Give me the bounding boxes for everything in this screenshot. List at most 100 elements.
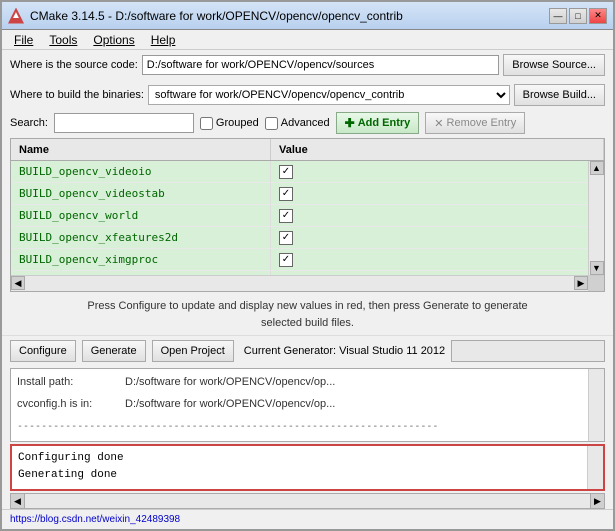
row-value-2[interactable]: ✓ [271, 205, 588, 226]
checkbox-4[interactable]: ✓ [279, 253, 293, 267]
window-title: CMake 3.14.5 - D:/software for work/OPEN… [30, 9, 549, 23]
remove-entry-button[interactable]: ✕ Remove Entry [425, 112, 525, 134]
col-value-header: Value [271, 139, 604, 160]
generator-label: Current Generator: Visual Studio 11 2012 [244, 345, 445, 357]
advanced-checkbox[interactable] [265, 117, 278, 130]
row-value-1[interactable]: ✓ [271, 183, 588, 204]
log-line-1: Configuring done [18, 450, 581, 468]
menu-file[interactable]: File [6, 31, 41, 49]
scroll-right-arrow[interactable]: ▶ [574, 276, 588, 290]
col-name-header: Name [11, 139, 271, 160]
row-name-2: BUILD_opencv_world [11, 205, 271, 226]
separator-text: ----------------------------------------… [17, 421, 438, 432]
table-body-container: BUILD_opencv_videoio ✓ BUILD_opencv_vide… [11, 161, 604, 275]
cmake-table: Name Value BUILD_opencv_videoio ✓ BUILD_… [10, 138, 605, 292]
checkbox-3[interactable]: ✓ [279, 231, 293, 245]
table-row[interactable]: BUILD_opencv_videostab ✓ [11, 183, 588, 205]
minimize-button[interactable]: — [549, 8, 567, 24]
install-row: Install path: D:/software for work/OPENC… [17, 373, 582, 393]
add-entry-button[interactable]: ✚ Add Entry [336, 112, 420, 134]
cvconfig-value: D:/software for work/OPENCV/opencv/op... [125, 395, 335, 415]
table-row[interactable]: BUILD_opencv_xfeatures2d ✓ [11, 227, 588, 249]
bottom-scroll-right[interactable]: ▶ [590, 494, 604, 508]
advanced-checkbox-label[interactable]: Advanced [265, 117, 330, 130]
status-line1: Press Configure to update and display ne… [87, 300, 527, 312]
menu-options[interactable]: Options [85, 31, 142, 49]
remove-entry-label: Remove Entry [447, 117, 517, 129]
x-icon: ✕ [434, 117, 443, 130]
table-row[interactable]: BUILD_opencv_videoio ✓ [11, 161, 588, 183]
scroll-up-arrow[interactable]: ▲ [590, 161, 604, 175]
log-content: Configuring done Generating done [12, 446, 587, 489]
log-panel: Configuring done Generating done [10, 444, 605, 491]
generator-input [451, 340, 605, 362]
grouped-checkbox-label[interactable]: Grouped [200, 117, 259, 130]
cvconfig-row: cvconfig.h is in: D:/software for work/O… [17, 395, 582, 415]
row-name-4: BUILD_opencv_ximgproc [11, 249, 271, 270]
menu-bar: File Tools Options Help [2, 30, 613, 50]
source-label: Where is the source code: [10, 59, 138, 71]
log-line-2: Generating done [18, 467, 581, 485]
build-label: Where to build the binaries: [10, 89, 144, 101]
advanced-label-text: Advanced [281, 117, 330, 129]
h-scroll-track [25, 276, 574, 291]
plus-icon: ✚ [345, 116, 355, 130]
bottom-hscroll[interactable]: ◀ ▶ [10, 493, 605, 509]
search-label: Search: [10, 117, 48, 129]
add-entry-label: Add Entry [358, 117, 411, 129]
row-name-3: BUILD_opencv_xfeatures2d [11, 227, 271, 248]
source-input[interactable] [142, 55, 499, 75]
maximize-button[interactable]: □ [569, 8, 587, 24]
bottom-scroll-track [25, 494, 590, 508]
table-scrollbar[interactable]: ▲ ▼ [588, 161, 604, 275]
table-row[interactable]: BUILD_opencv_ximgproc ✓ [11, 249, 588, 271]
scroll-left-arrow[interactable]: ◀ [11, 276, 25, 290]
log-scrollbar[interactable] [587, 446, 603, 489]
table-row[interactable]: BUILD_opencv_world ✓ [11, 205, 588, 227]
close-button[interactable]: ✕ [589, 8, 607, 24]
action-bar: Configure Generate Open Project Current … [2, 335, 613, 366]
menu-help[interactable]: Help [143, 31, 184, 49]
row-value-4[interactable]: ✓ [271, 249, 588, 270]
status-text: Press Configure to update and display ne… [2, 294, 613, 335]
checkbox-0[interactable]: ✓ [279, 165, 293, 179]
row-value-0[interactable]: ✓ [271, 161, 588, 182]
output-scrollbar[interactable] [588, 369, 604, 440]
install-value: D:/software for work/OPENCV/opencv/op... [125, 373, 335, 393]
scroll-down-arrow[interactable]: ▼ [590, 261, 604, 275]
scroll-corner [588, 276, 604, 291]
cvconfig-label: cvconfig.h is in: [17, 395, 117, 415]
grouped-checkbox[interactable] [200, 117, 213, 130]
main-window: ▲ CMake 3.14.5 - D:/software for work/OP… [0, 0, 615, 531]
table-header: Name Value [11, 139, 604, 161]
search-input[interactable] [54, 113, 194, 133]
separator-row: ----------------------------------------… [17, 417, 582, 437]
row-name-1: BUILD_opencv_videostab [11, 183, 271, 204]
build-row: Where to build the binaries: software fo… [2, 80, 613, 110]
browse-source-button[interactable]: Browse Source... [503, 54, 605, 76]
install-label: Install path: [17, 373, 117, 393]
grouped-label-text: Grouped [216, 117, 259, 129]
title-bar: ▲ CMake 3.14.5 - D:/software for work/OP… [2, 2, 613, 30]
checkbox-1[interactable]: ✓ [279, 187, 293, 201]
bottom-scroll-left[interactable]: ◀ [11, 494, 25, 508]
status-line2: selected build files. [261, 317, 354, 329]
output-panel: Install path: D:/software for work/OPENC… [10, 368, 605, 441]
output-content: Install path: D:/software for work/OPENC… [11, 369, 588, 440]
generate-button[interactable]: Generate [82, 340, 146, 362]
horizontal-scrollbar[interactable]: ◀ ▶ [11, 275, 604, 291]
configure-button[interactable]: Configure [10, 340, 76, 362]
app-icon: ▲ [8, 8, 24, 24]
search-row: Search: Grouped Advanced ✚ Add Entry ✕ R… [2, 110, 613, 136]
build-path-dropdown[interactable]: software for work/OPENCV/opencv/opencv_c… [148, 85, 510, 105]
row-value-3[interactable]: ✓ [271, 227, 588, 248]
checkbox-2[interactable]: ✓ [279, 209, 293, 223]
source-row: Where is the source code: Browse Source.… [2, 50, 613, 80]
title-buttons: — □ ✕ [549, 8, 607, 24]
status-url: https://blog.csdn.net/weixin_42489398 [10, 514, 180, 525]
table-body: BUILD_opencv_videoio ✓ BUILD_opencv_vide… [11, 161, 588, 275]
row-name-0: BUILD_opencv_videoio [11, 161, 271, 182]
open-project-button[interactable]: Open Project [152, 340, 234, 362]
menu-tools[interactable]: Tools [41, 31, 85, 49]
browse-build-button[interactable]: Browse Build... [514, 84, 605, 106]
